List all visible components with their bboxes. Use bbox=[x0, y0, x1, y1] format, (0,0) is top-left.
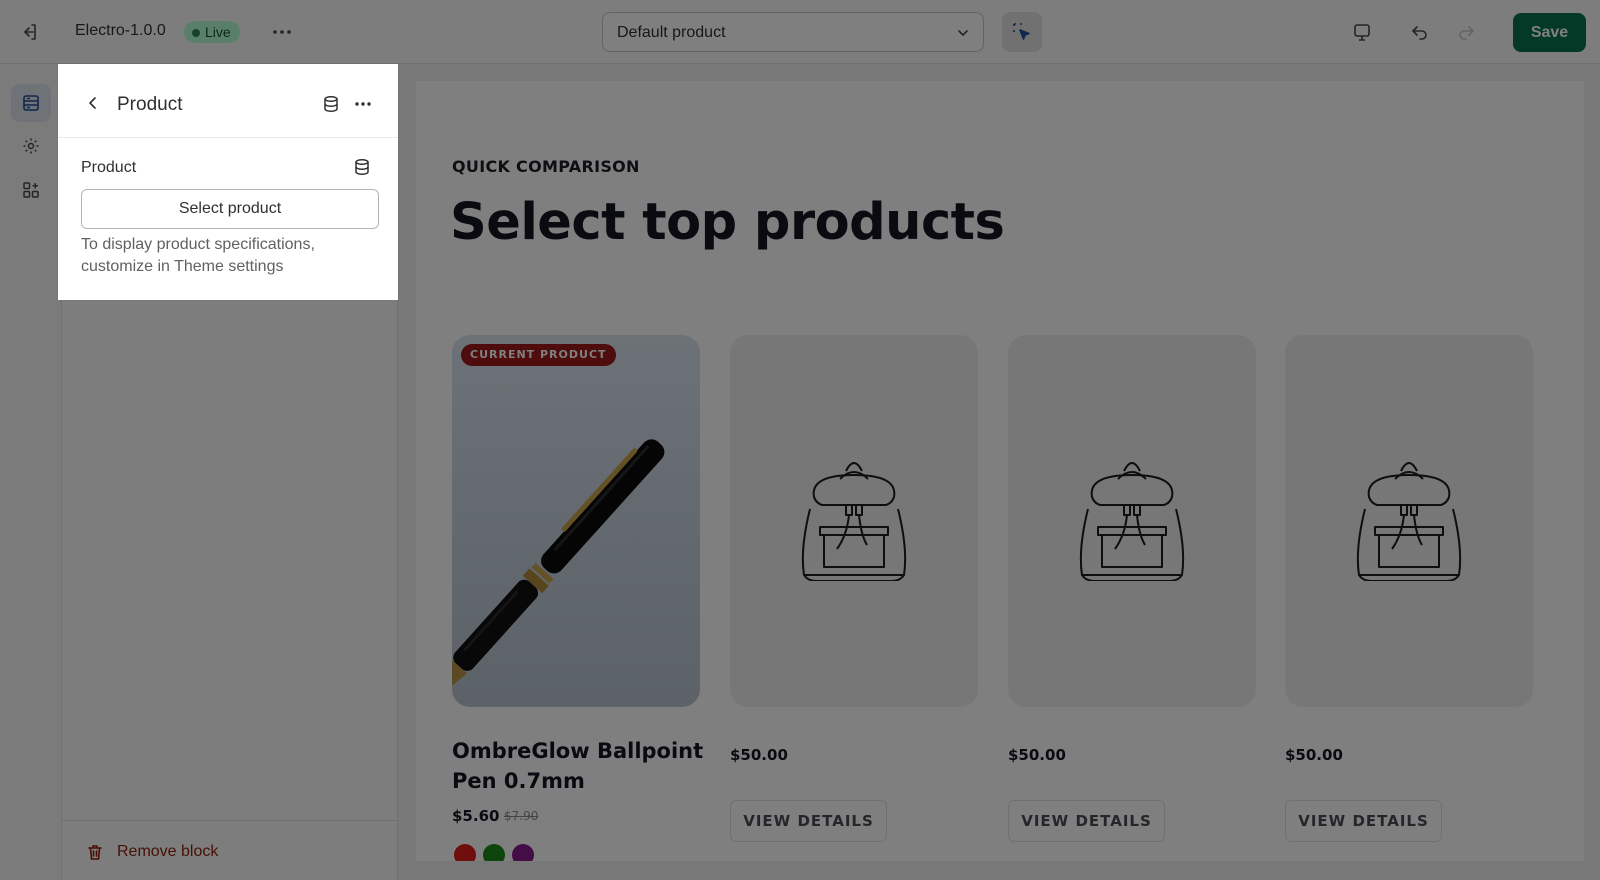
product-field-label: Product bbox=[81, 159, 137, 176]
panel-title: Product bbox=[117, 94, 183, 115]
product-block-settings: Product Product Select product To displa… bbox=[58, 64, 398, 300]
overlay bbox=[398, 64, 1600, 880]
help-text: To display product specifications, custo… bbox=[81, 236, 315, 275]
overlay bbox=[58, 300, 398, 880]
dynamic-source-icon[interactable] bbox=[322, 95, 340, 113]
back-icon[interactable] bbox=[84, 94, 102, 112]
more-actions-icon[interactable] bbox=[353, 94, 373, 114]
dynamic-source-icon[interactable] bbox=[353, 158, 371, 176]
panel-header: Product bbox=[58, 64, 398, 138]
overlay bbox=[0, 64, 58, 880]
overlay bbox=[0, 0, 1600, 64]
select-product-button[interactable]: Select product bbox=[81, 189, 379, 229]
